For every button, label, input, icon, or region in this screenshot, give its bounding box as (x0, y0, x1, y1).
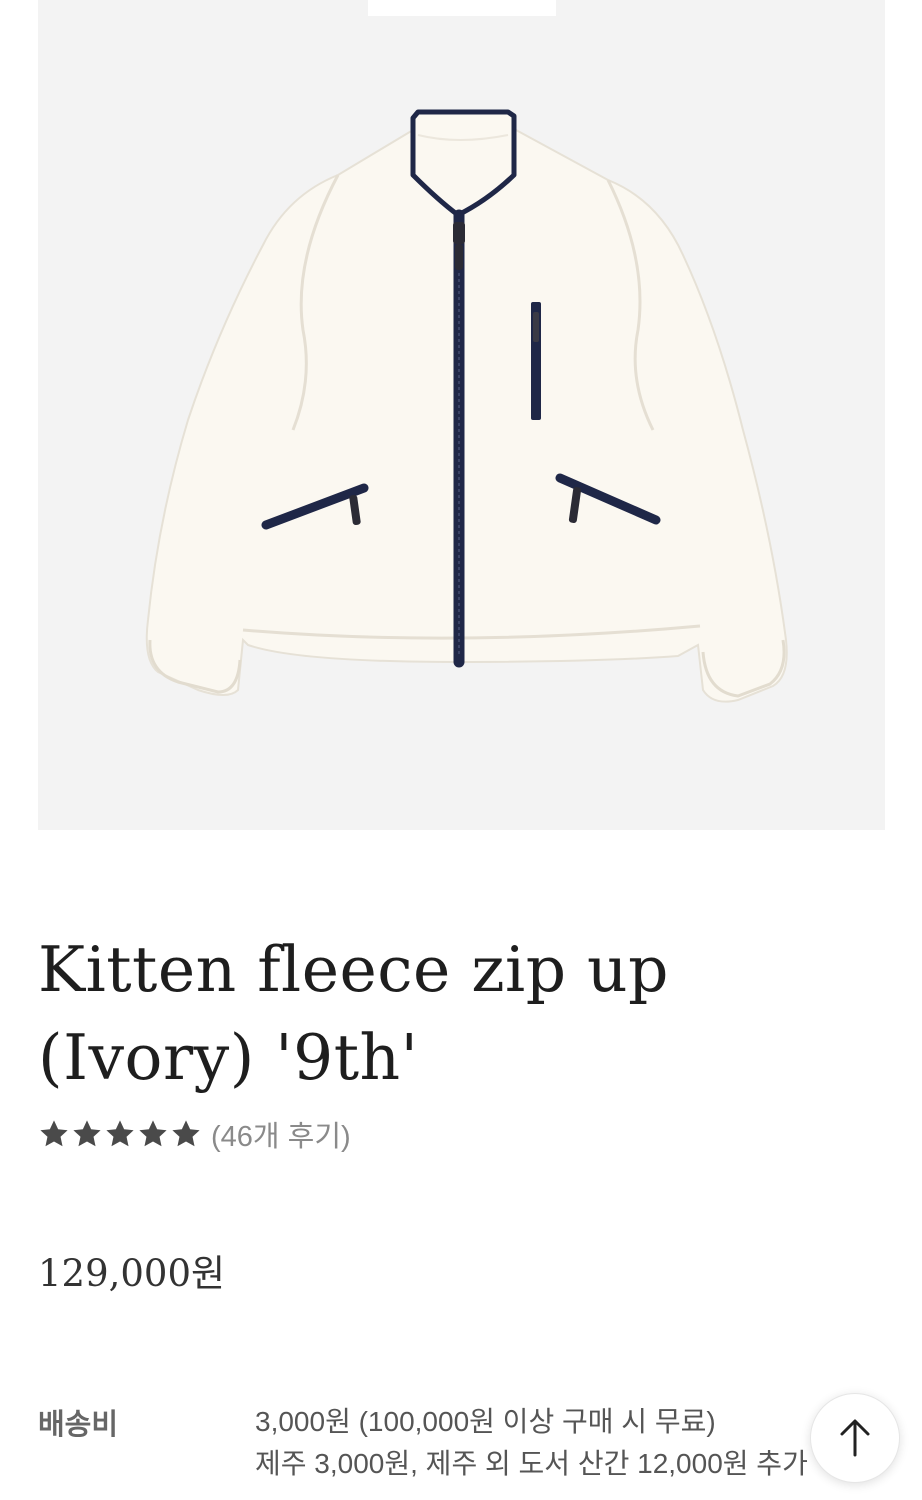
star-icon (172, 1120, 200, 1147)
shipping-fee-details: 3,000원 (100,000원 이상 구매 시 무료) 제주 3,000원, … (255, 1401, 815, 1500)
shipping-fee-line: 3,000원 (100,000원 이상 구매 시 무료) (255, 1406, 716, 1437)
product-rating[interactable]: (46개 후기) (38, 1114, 351, 1154)
rating-stars (38, 1118, 203, 1150)
top-tab-indicator (368, 0, 556, 16)
shipping-fee-label: 배송비 (38, 1409, 119, 1441)
arrow-up-icon (840, 1419, 870, 1457)
product-title: Kitten fleece zip up (Ivory) '9th' (38, 933, 669, 1094)
star-icon (73, 1120, 101, 1147)
shipping-fee-line: 제주 3,000원, 제주 외 도서 산간 12,000원 추가 (255, 1448, 808, 1479)
star-icon (139, 1120, 167, 1147)
star-icon (40, 1120, 68, 1147)
review-count-link[interactable]: (46개 후기) (211, 1113, 351, 1155)
product-detail-page: Kitten fleece zip up (Ivory) '9th' (46개 … (0, 0, 922, 1500)
jacket-illustration (38, 0, 885, 830)
product-price: 129,000원 (38, 1252, 226, 1295)
scroll-to-top-button[interactable] (810, 1393, 900, 1483)
star-icon (106, 1120, 134, 1147)
product-image[interactable] (38, 0, 885, 830)
